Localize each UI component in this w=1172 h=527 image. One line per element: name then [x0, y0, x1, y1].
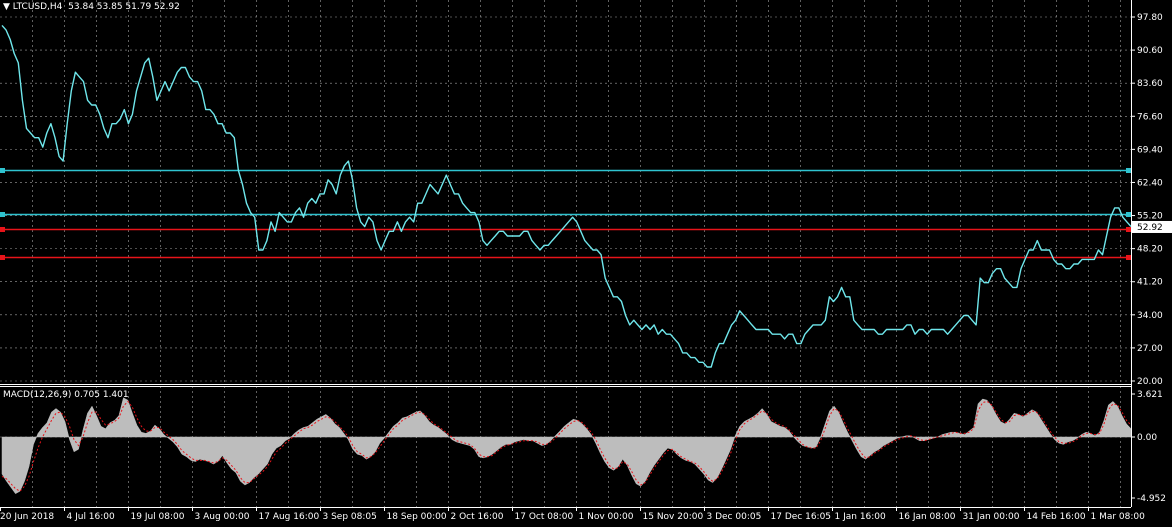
- time-label: 16 Jan 08:00: [899, 512, 956, 522]
- level-handle-left: [0, 227, 5, 232]
- level-handle-right: [1126, 255, 1131, 260]
- price-label: 20.00: [1137, 377, 1163, 387]
- current-price-label: 52.92: [1137, 223, 1163, 233]
- time-label: 17 Oct 08:00: [515, 512, 574, 522]
- trading-chart[interactable]: 97.80 90.60 83.60 76.60 69.40 62.40 55.20 48.20…: [0, 0, 1172, 527]
- price-label: 90.60: [1137, 46, 1163, 56]
- macd-axis-label: 0.00: [1137, 433, 1157, 443]
- price-series: [1, 24, 1132, 368]
- time-label: 3 Dec 00:05: [707, 512, 762, 522]
- time-label: 4 Jul 16:00: [67, 512, 116, 522]
- triangle-down-icon[interactable]: ▼: [3, 2, 10, 12]
- price-label: 62.40: [1137, 178, 1163, 188]
- price-axis: 97.80 90.60 83.60 76.60 69.40 62.40 55.20 48.20…: [1131, 13, 1172, 504]
- macd-axis-label: -4.952: [1137, 494, 1166, 504]
- price-label: 76.60: [1137, 112, 1163, 122]
- price-label: 55.20: [1137, 212, 1163, 222]
- time-label: 3 Aug 00:00: [195, 512, 250, 522]
- price-label: 48.20: [1137, 245, 1163, 255]
- macd-histogram: [1, 397, 1132, 495]
- level-handle-right: [1126, 227, 1131, 232]
- level-handle-left: [0, 168, 5, 173]
- time-label: 17 Dec 16:05: [771, 512, 832, 522]
- macd-signal-line: [1, 400, 1132, 492]
- horizontal-levels[interactable]: [0, 168, 1131, 260]
- time-axis: 20 Jun 2018 4 Jul 16:00 19 Jul 08:00 3 Aug …: [0, 507, 1145, 522]
- chart-header: ▼ LTCUSD,H4 53.84 53.85 51.79 52.92: [3, 2, 180, 12]
- time-label: 1 Nov 00:00: [579, 512, 634, 522]
- price-label: 97.80: [1137, 13, 1163, 23]
- time-label: 2 Oct 16:00: [451, 512, 504, 522]
- level-handle-right: [1126, 212, 1131, 217]
- price-line: [1, 24, 1132, 368]
- ohlc-values: 53.84 53.85 51.79 52.92: [68, 2, 180, 12]
- price-label: 34.00: [1137, 311, 1163, 321]
- time-label: 17 Aug 16:00: [259, 512, 320, 522]
- price-label: 83.60: [1137, 79, 1163, 89]
- macd-axis-label: 3.621: [1137, 390, 1163, 400]
- price-label: 41.20: [1137, 278, 1163, 288]
- price-label: 27.00: [1137, 344, 1163, 354]
- time-label: 19 Jul 08:00: [131, 512, 185, 522]
- price-label: 69.40: [1137, 145, 1163, 155]
- level-handle-left: [0, 212, 5, 217]
- time-label: 14 Feb 16:00: [1027, 512, 1086, 522]
- time-label: 1 Mar 08:00: [1091, 512, 1146, 522]
- macd-header: MACD(12,26,9) 0.705 1.401: [3, 390, 129, 400]
- time-label: 31 Jan 00:00: [963, 512, 1020, 522]
- macd-panel: [1, 397, 1132, 495]
- level-handle-right: [1126, 168, 1131, 173]
- time-label: 18 Sep 00:00: [387, 512, 447, 522]
- symbol-label: LTCUSD,H4: [12, 2, 63, 12]
- macd-label: MACD(12,26,9) 0.705 1.401: [3, 390, 129, 400]
- time-label: 1 Jan 16:00: [835, 512, 887, 522]
- time-label: 20 Jun 2018: [0, 512, 54, 522]
- time-label: 3 Sep 08:05: [323, 512, 377, 522]
- level-handle-left: [0, 255, 5, 260]
- time-label: 15 Nov 20:00: [643, 512, 704, 522]
